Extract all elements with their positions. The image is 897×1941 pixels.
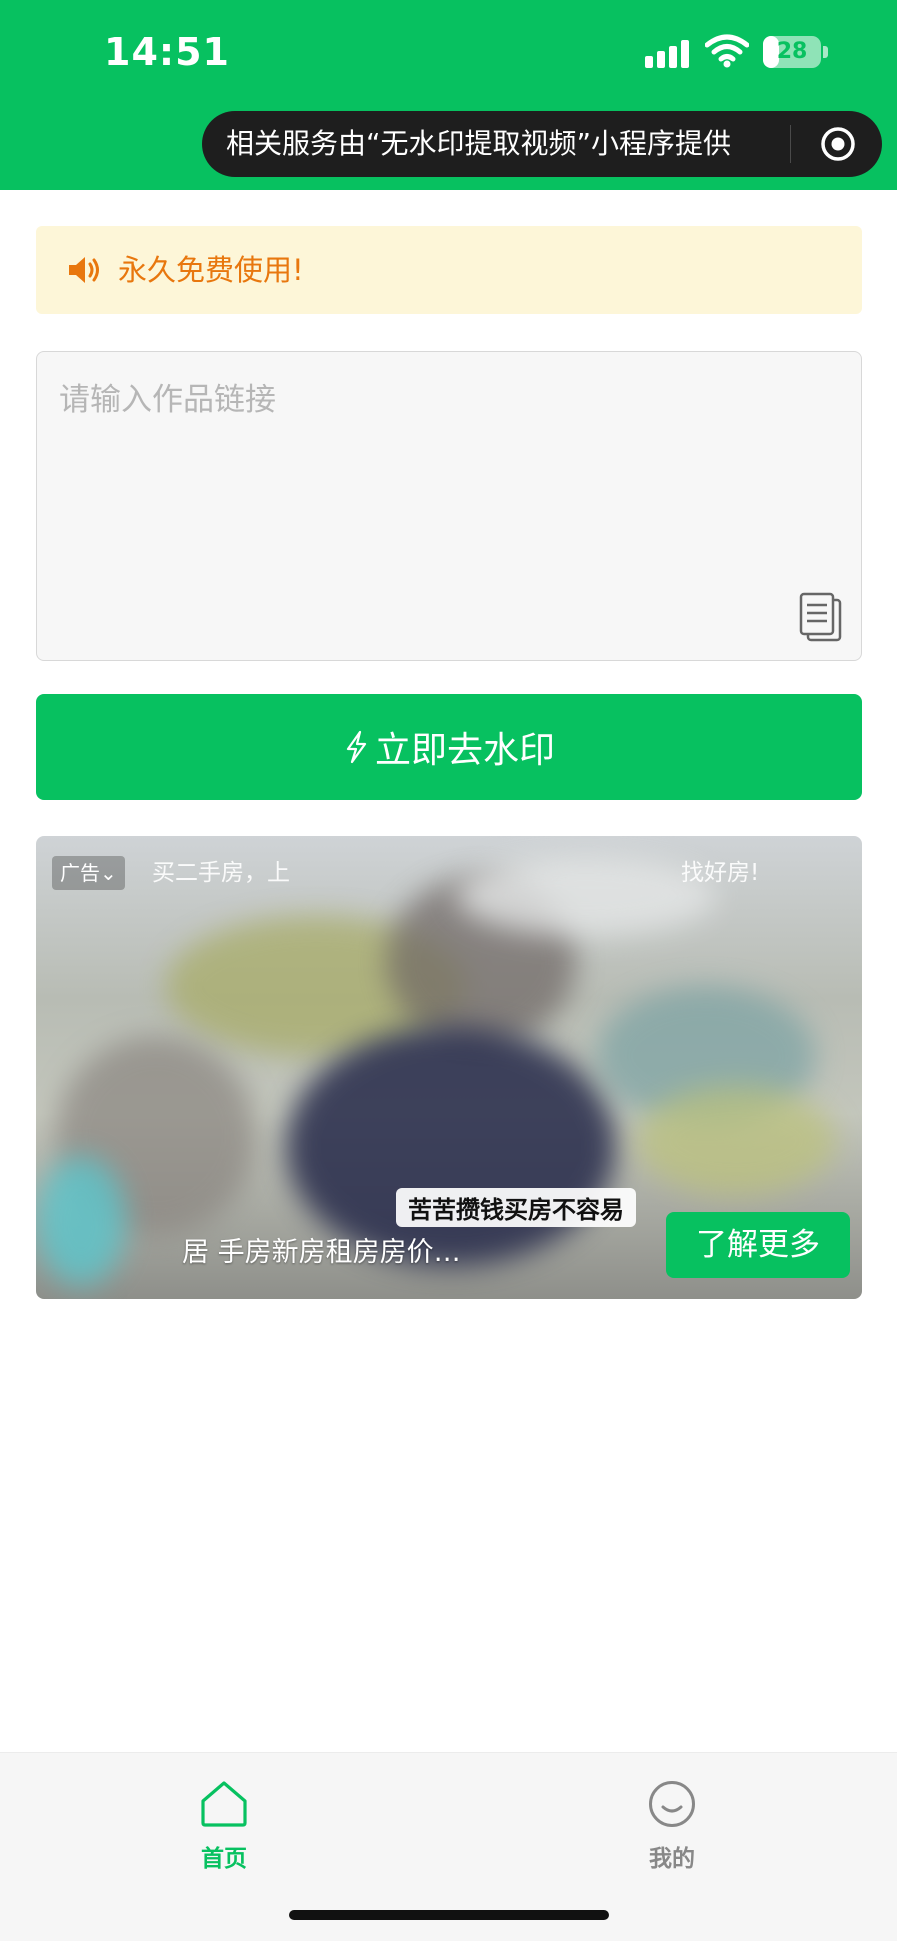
ad-blur-patch [636, 1086, 836, 1196]
learn-more-button[interactable]: 了解更多 [666, 1212, 850, 1278]
clipboard-icon[interactable] [798, 592, 844, 644]
tab-home[interactable]: 首页 [164, 1779, 284, 1873]
ad-blur-patch [36, 1156, 126, 1286]
ad-banner[interactable]: 广告⌄ 买二手房，上 找好房! 苦苦攒钱买房不容易 居 手房新房租房房价… 了解… [36, 836, 862, 1299]
ad-top-line-end: 找好房! [681, 860, 760, 886]
ad-blur-patch [456, 856, 716, 936]
notice-bar: 永久免费使用! [36, 226, 862, 314]
tab-home-label: 首页 [201, 1846, 247, 1872]
battery-tip [823, 46, 828, 58]
speaker-icon [69, 257, 99, 283]
notice-text: 永久免费使用! [118, 253, 304, 287]
work-link-input[interactable] [36, 351, 862, 661]
remove-watermark-button[interactable]: 立即去水印 [36, 694, 862, 800]
bolt-icon [346, 730, 367, 764]
tab-mine-label: 我的 [649, 1846, 695, 1872]
battery-icon: 28 [763, 36, 821, 68]
ad-headline: 苦苦攒钱买房不容易 [396, 1188, 636, 1227]
ad-top-line: 买二手房，上 [152, 860, 290, 886]
tab-mine[interactable]: 我的 [612, 1779, 732, 1873]
home-indicator [289, 1910, 609, 1920]
ad-subline: 居 手房新房租房房价… [182, 1237, 461, 1268]
remove-watermark-label: 立即去水印 [374, 730, 555, 771]
signal-icon [645, 40, 691, 68]
battery-level-text: 28 [776, 39, 808, 64]
target-circle-icon[interactable] [820, 126, 856, 162]
ad-label[interactable]: 广告⌄ [52, 856, 125, 890]
service-provider-capsule: 相关服务由“无水印提取视频”小程序提供 [202, 111, 882, 177]
wifi-icon [705, 34, 749, 68]
home-icon [201, 1781, 247, 1827]
capsule-divider [790, 125, 791, 163]
smiley-icon [649, 1781, 695, 1827]
status-time: 14:51 [104, 30, 230, 74]
capsule-text: 相关服务由“无水印提取视频”小程序提供 [226, 127, 732, 160]
